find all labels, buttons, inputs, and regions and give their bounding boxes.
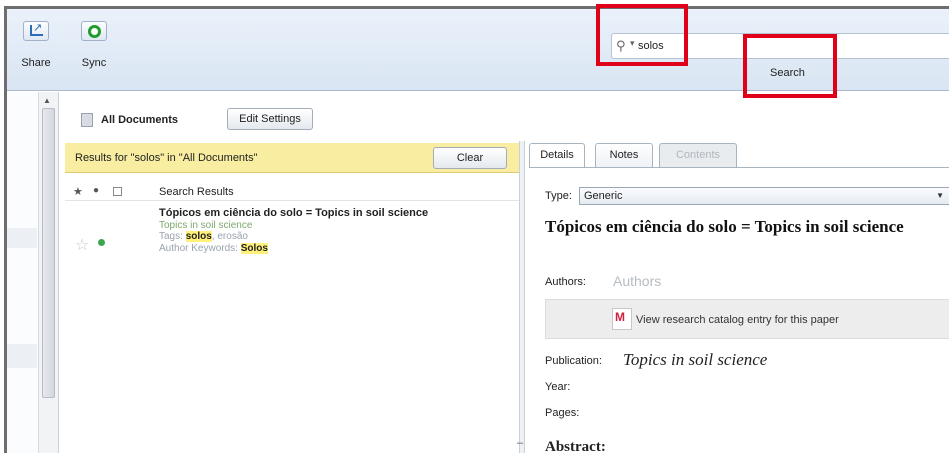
document-type-column-icon[interactable]	[113, 187, 122, 196]
splitter-grip[interactable]: –	[517, 437, 523, 449]
keyword-match: Solos	[240, 243, 268, 254]
type-label: Type:	[545, 190, 572, 202]
clear-button[interactable]: Clear	[433, 147, 507, 169]
tags-prefix: Tags:	[159, 231, 183, 242]
star-icon[interactable]: ☆	[75, 235, 89, 255]
results-column-title[interactable]: Search Results	[159, 186, 234, 198]
year-label: Year:	[545, 381, 571, 393]
search-results-banner: Results for "solos" in "All Documents" C…	[65, 143, 519, 173]
document-title[interactable]: Tópicos em ciência do solo = Topics in s…	[545, 217, 935, 237]
tags-rest: , erosão	[211, 231, 248, 242]
catalog-link-text[interactable]: View research catalog entry for this pap…	[636, 314, 839, 326]
share-icon: ↗	[23, 21, 49, 41]
authors-field[interactable]: Authors	[613, 273, 661, 289]
pane-splitter[interactable]	[519, 141, 525, 453]
read-status-column-icon[interactable]: ●	[93, 185, 99, 196]
results-column-header[interactable]: ★ ● Search Results	[65, 183, 519, 201]
catalog-entry-link[interactable]: M View research catalog entry for this p…	[545, 299, 949, 339]
sidebar-scrollbar[interactable]: ▲	[38, 92, 58, 453]
sync-button[interactable]: Sync	[73, 21, 115, 77]
chevron-down-icon: ▼	[936, 191, 944, 200]
abstract-label: Abstract:	[545, 439, 606, 453]
star-column-icon[interactable]: ★	[73, 185, 83, 198]
keywords-prefix: Author Keywords:	[159, 243, 238, 254]
tab-notes[interactable]: Notes	[595, 143, 653, 167]
sidebar-row[interactable]	[7, 344, 37, 368]
result-tags: Tags: solos, erosão	[159, 231, 248, 242]
collection-title: All Documents	[101, 114, 179, 126]
publication-label: Publication:	[545, 355, 602, 367]
scroll-up-icon[interactable]: ▲	[43, 96, 51, 105]
tab-details[interactable]: Details	[529, 143, 585, 167]
sync-icon	[81, 21, 107, 41]
publication-field[interactable]: Topics in soil science	[623, 350, 767, 370]
result-title: Tópicos em ciência do solo = Topics in s…	[159, 207, 429, 219]
pages-label: Pages:	[545, 407, 580, 419]
sidebar-row[interactable]	[7, 228, 37, 248]
collections-sidebar[interactable]: ≡ ▲	[7, 92, 59, 453]
type-select[interactable]: Generic ▼	[579, 187, 949, 205]
type-row: Type: Generic ▼	[545, 187, 949, 205]
tab-divider	[529, 167, 949, 168]
tab-contents[interactable]: Contents	[659, 143, 737, 167]
document-icon	[81, 113, 93, 127]
share-button[interactable]: ↗ Share	[15, 21, 57, 77]
read-status-dot[interactable]	[98, 239, 105, 246]
share-label: Share	[21, 57, 51, 69]
annotation-highlight-search-button	[743, 34, 837, 98]
result-keywords: Author Keywords: Solos	[159, 243, 268, 254]
mendeley-icon: M	[612, 308, 632, 330]
sync-label: Sync	[81, 57, 107, 69]
edit-settings-button[interactable]: Edit Settings	[227, 108, 313, 130]
result-row[interactable]: ☆ Tópicos em ciência do solo = Topics in…	[65, 207, 519, 271]
annotation-highlight-search-field	[596, 4, 688, 66]
tag-match: solos	[185, 231, 212, 242]
type-value: Generic	[584, 190, 623, 202]
scrollbar-thumb[interactable]	[42, 108, 55, 398]
authors-label: Authors:	[545, 276, 586, 288]
result-subtitle: Topics in soil science	[159, 220, 253, 231]
banner-text: Results for "solos" in "All Documents"	[75, 152, 258, 164]
